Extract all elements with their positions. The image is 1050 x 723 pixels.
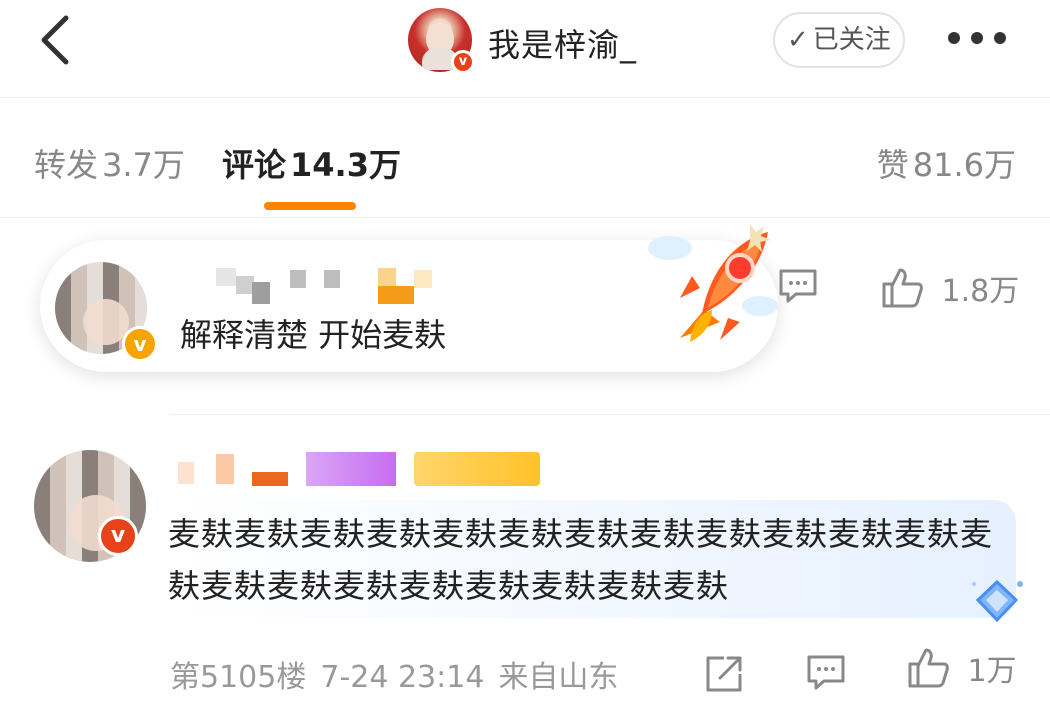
rocket-icon: [648, 224, 778, 342]
thumbs-up-icon: [882, 268, 923, 308]
tab-reposts[interactable]: 转发 3.7万: [34, 140, 185, 186]
thumbs-up-icon: [908, 648, 949, 688]
comment-location: 来自山东: [498, 660, 619, 695]
tab-reposts-count: 3.7万: [102, 146, 185, 184]
author-username[interactable]: 我是梓渝_: [488, 20, 637, 66]
comment-icon[interactable]: [806, 654, 846, 692]
tab-comments-label: 评论: [222, 146, 287, 184]
following-button[interactable]: ✓ 已关注: [773, 12, 905, 68]
floor-number: 第5105楼: [170, 660, 307, 695]
active-tab-indicator: [264, 202, 356, 210]
like-count: 1万: [967, 654, 1017, 689]
comment-item: v 麦麸麦麸麦麸麦麸麦麸麦麸麦麸麦麸麦麸麦麸麦麸麦麸麦麸麦麸麦麸麦麸麦麸麦麸麦麸…: [0, 414, 1050, 723]
tab-reposts-label: 转发: [34, 146, 99, 184]
following-label: 已关注: [812, 25, 891, 55]
like-count: 1.8万: [941, 274, 1020, 309]
chevron-left-icon[interactable]: [30, 10, 80, 70]
top-bar: v 我是梓渝_ ✓ 已关注: [0, 0, 1050, 98]
like-button[interactable]: 1.8万: [880, 266, 1019, 310]
tab-likes-label: 赞: [876, 146, 909, 184]
verified-badge-icon: v: [122, 326, 158, 362]
verified-badge-icon: v: [451, 50, 475, 74]
comment-icon[interactable]: [778, 268, 818, 304]
tab-comments[interactable]: 评论 14.3万: [222, 140, 401, 186]
like-button[interactable]: 1万: [906, 646, 1017, 690]
divider: [170, 414, 1050, 415]
tab-likes-count: 81.6万: [912, 146, 1016, 184]
tab-likes[interactable]: 赞 81.6万: [877, 140, 1016, 186]
tab-comments-count: 14.3万: [290, 146, 401, 184]
more-dots-icon[interactable]: [944, 18, 1010, 58]
diamond-icon: [972, 579, 1023, 623]
pinned-comment-text: 解释清楚 开始麦麸: [180, 316, 447, 354]
comment-text: 麦麸麦麸麦麸麦麸麦麸麦麸麦麸麦麸麦麸麦麸麦麸麦麸麦麸麦麸麦麸麦麸麦麸麦麸麦麸麦麸…: [168, 515, 994, 605]
check-icon: ✓: [787, 25, 809, 55]
share-icon[interactable]: [704, 654, 744, 694]
pinned-comment: v 解释清楚 开始麦麸 1.8万: [0, 218, 1050, 414]
comment-datetime: 7-24 23:14: [320, 660, 485, 695]
post-stats-tabs: 转发 3.7万 评论 14.3万 赞 81.6万: [0, 98, 1050, 218]
verified-badge-icon: v: [98, 516, 138, 556]
comment-meta: 第5105楼 7-24 23:14 来自山东: [170, 652, 632, 696]
